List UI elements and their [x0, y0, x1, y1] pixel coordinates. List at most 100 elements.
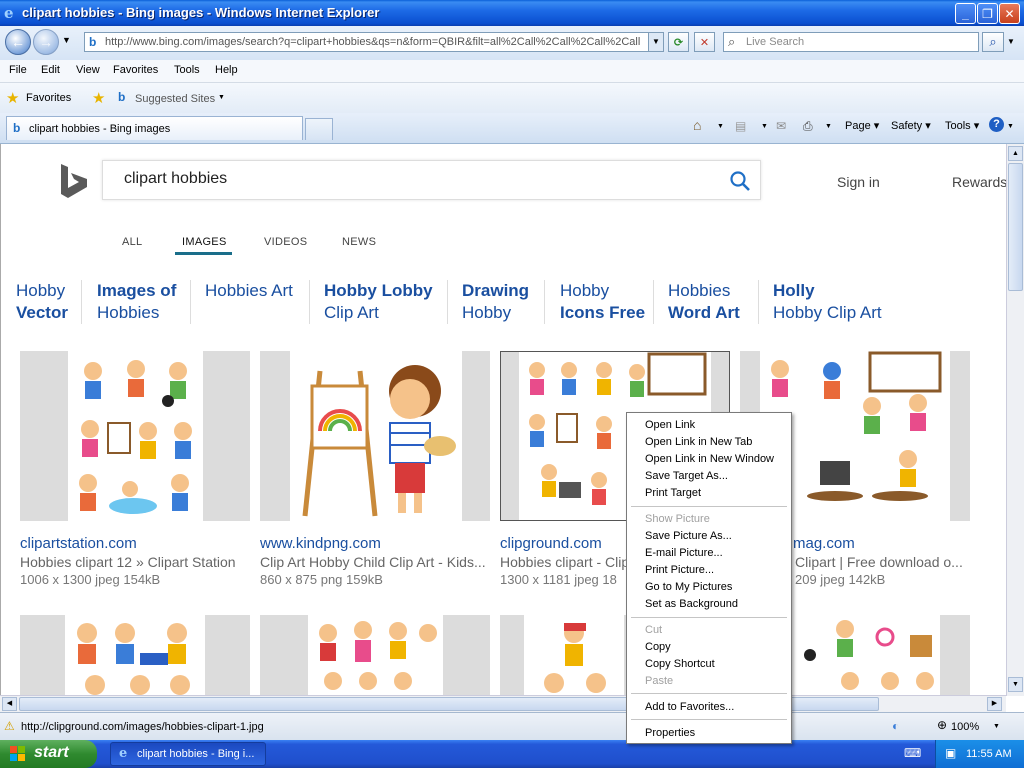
menu-item-go-to-my-pictures[interactable]: Go to My Pictures	[645, 581, 732, 593]
back-button[interactable]: ←	[5, 29, 31, 55]
favorites-button[interactable]: Favorites	[26, 92, 71, 104]
menu-item-open-link-new-tab[interactable]: Open Link in New Tab	[645, 436, 752, 448]
menu-item-set-as-background[interactable]: Set as Background	[645, 598, 738, 610]
zoom-dropdown-icon[interactable]: ▼	[993, 723, 1000, 730]
search-options-icon[interactable]: ▼	[1007, 37, 1015, 46]
page-menu[interactable]: Page ▾	[845, 119, 879, 132]
menu-help[interactable]: Help	[215, 64, 238, 76]
menu-item-print-target[interactable]: Print Target	[645, 487, 701, 499]
zoom-icon[interactable]: ⊕	[937, 718, 947, 732]
related-search[interactable]: Hobbies Word Art	[668, 280, 740, 324]
forward-button[interactable]: →	[33, 29, 59, 55]
tab-videos[interactable]: VIDEOS	[264, 236, 307, 248]
menu-item-add-to-favorites[interactable]: Add to Favorites...	[645, 701, 734, 713]
read-mail-icon[interactable]: ✉	[776, 119, 786, 133]
related-search[interactable]: Drawing Hobby	[462, 280, 529, 324]
scroll-right-button[interactable]: ▶	[987, 697, 1002, 711]
image-result-thumbnail[interactable]	[260, 351, 490, 521]
feeds-icon[interactable]: ▤	[735, 119, 746, 133]
related-search[interactable]: Hobby Icons Free	[560, 280, 645, 324]
result-title[interactable]: Hobbies clipart 12 » Clipart Station	[20, 554, 250, 570]
image-result-thumbnail[interactable]	[20, 351, 250, 521]
image-result-thumbnail[interactable]	[260, 615, 490, 695]
result-site-link[interactable]: clipground.com	[500, 535, 602, 552]
zoom-level[interactable]: 100%	[951, 721, 979, 733]
scroll-left-button[interactable]: ◀	[2, 697, 17, 711]
tab-images[interactable]: IMAGES	[182, 236, 227, 248]
keyboard-icon[interactable]: ⌨	[904, 746, 921, 760]
related-search[interactable]: Images of Hobbies	[97, 280, 176, 324]
feeds-dropdown-icon[interactable]: ▼	[761, 123, 768, 130]
result-site-link[interactable]: www.kindpng.com	[260, 535, 381, 552]
tab-bing-images[interactable]: b clipart hobbies - Bing images	[6, 116, 303, 140]
vertical-scrollbar[interactable]: ▲ ▼	[1006, 144, 1024, 696]
menu-item-save-picture[interactable]: Save Picture As...	[645, 530, 732, 542]
menu-item-open-link[interactable]: Open Link	[645, 419, 695, 431]
add-favorite-icon[interactable]: ★	[92, 89, 105, 107]
new-tab-button[interactable]	[305, 118, 333, 140]
start-button[interactable]: start	[0, 740, 97, 768]
result-site-link[interactable]: clipartstation.com	[20, 535, 137, 552]
bing-search-box[interactable]: clipart hobbies	[102, 160, 761, 200]
suggested-sites-link[interactable]: Suggested Sites	[135, 93, 215, 105]
suggested-dropdown-icon[interactable]: ▼	[218, 94, 225, 101]
history-dropdown-icon[interactable]: ▼	[62, 35, 71, 45]
related-search[interactable]: Holly Hobby Clip Art	[773, 280, 882, 324]
related-search[interactable]: Hobby Lobby Clip Art	[324, 280, 433, 324]
bing-search-icon[interactable]	[729, 170, 751, 192]
search-go-button[interactable]: ⌕	[982, 32, 1004, 52]
result-title[interactable]: Hobbies clipart - Clip	[500, 554, 626, 570]
menu-item-copy-shortcut[interactable]: Copy Shortcut	[645, 658, 715, 670]
print-icon[interactable]: ⎙	[803, 119, 813, 134]
protected-mode-icon[interactable]: ◐	[892, 719, 899, 733]
home-icon[interactable]: ⌂	[693, 117, 701, 133]
minimize-button[interactable]: _	[955, 3, 976, 24]
menu-item-email-picture[interactable]: E-mail Picture...	[645, 547, 723, 559]
bing-logo-icon[interactable]	[59, 164, 89, 200]
menu-edit[interactable]: Edit	[41, 64, 60, 76]
tab-news[interactable]: NEWS	[342, 236, 376, 248]
clock[interactable]: 11:55 AM	[966, 748, 1012, 760]
safety-menu[interactable]: Safety ▾	[891, 119, 931, 132]
related-divider	[309, 280, 310, 324]
related-search[interactable]: Hobby Vector	[16, 280, 68, 324]
taskbar-item-ie[interactable]: e clipart hobbies - Bing i...	[110, 742, 266, 766]
menu-item-copy[interactable]: Copy	[645, 641, 671, 653]
image-result-thumbnail[interactable]	[20, 615, 250, 695]
related-divider	[81, 280, 82, 324]
result-title[interactable]: Clip Art Hobby Child Clip Art - Kids...	[260, 554, 490, 570]
print-dropdown-icon[interactable]: ▼	[825, 123, 832, 130]
tab-title: clipart hobbies - Bing images	[29, 123, 171, 135]
clipart-image	[308, 615, 443, 695]
result-title[interactable]: Clipart | Free download o...	[795, 554, 970, 570]
menu-item-open-link-new-window[interactable]: Open Link in New Window	[645, 453, 774, 465]
address-bar[interactable]: b http://www.bing.com/images/search?q=cl…	[84, 32, 664, 52]
close-button[interactable]: ✕	[999, 3, 1020, 24]
tools-menu[interactable]: Tools ▾	[945, 119, 979, 132]
tab-all[interactable]: ALL	[122, 236, 142, 248]
help-dropdown-icon[interactable]: ▼	[1007, 123, 1014, 130]
restore-button[interactable]: ❐	[977, 3, 998, 24]
menu-file[interactable]: File	[9, 64, 27, 76]
scroll-up-button[interactable]: ▲	[1008, 146, 1023, 161]
menu-view[interactable]: View	[76, 64, 100, 76]
help-icon[interactable]: ?	[989, 117, 1004, 132]
horizontal-scrollbar[interactable]: ◀ ▶	[0, 695, 1006, 712]
menu-item-properties[interactable]: Properties	[645, 727, 695, 739]
vertical-scroll-thumb[interactable]	[1008, 163, 1023, 291]
related-search[interactable]: Hobbies Art	[205, 280, 293, 302]
address-dropdown-icon[interactable]: ▼	[648, 33, 663, 51]
search-box[interactable]: ⌕ Live Search	[723, 32, 979, 52]
menu-item-save-target[interactable]: Save Target As...	[645, 470, 728, 482]
stop-button[interactable]: ✕	[694, 32, 715, 52]
result-site-link[interactable]: mag.com	[793, 535, 855, 552]
home-dropdown-icon[interactable]: ▼	[717, 123, 724, 130]
network-icon[interactable]: ▣	[945, 746, 956, 760]
sign-in-link[interactable]: Sign in	[837, 174, 880, 190]
menu-favorites[interactable]: Favorites	[113, 64, 158, 76]
scroll-down-button[interactable]: ▼	[1008, 677, 1023, 692]
refresh-button[interactable]: ⟳	[668, 32, 689, 52]
menu-tools[interactable]: Tools	[174, 64, 200, 76]
rewards-link[interactable]: Rewards	[952, 174, 1006, 190]
menu-item-print-picture[interactable]: Print Picture...	[645, 564, 714, 576]
